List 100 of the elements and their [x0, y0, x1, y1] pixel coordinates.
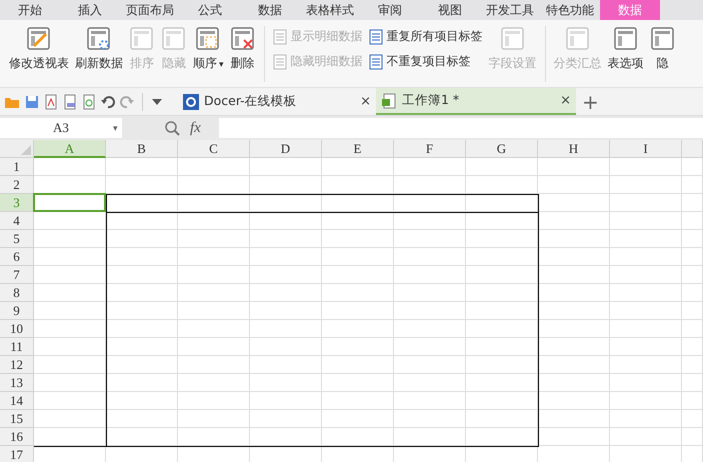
table-cell[interactable]	[466, 194, 538, 212]
table-cell[interactable]	[250, 338, 322, 356]
table-cell[interactable]	[394, 266, 466, 284]
table-cell[interactable]	[538, 356, 610, 374]
table-cell[interactable]	[466, 392, 538, 410]
table-cell[interactable]	[682, 266, 703, 284]
table-cell[interactable]	[394, 230, 466, 248]
table-cell[interactable]	[34, 230, 106, 248]
table-cell[interactable]	[178, 302, 250, 320]
column-header[interactable]: B	[106, 140, 178, 158]
menu-tab[interactable]: 开始	[0, 0, 60, 20]
table-cell[interactable]	[322, 158, 394, 176]
table-cell[interactable]	[322, 266, 394, 284]
table-cell[interactable]	[538, 212, 610, 230]
table-cell[interactable]	[466, 284, 538, 302]
table-cell[interactable]	[394, 374, 466, 392]
table-cell[interactable]	[34, 302, 106, 320]
table-cell[interactable]	[322, 374, 394, 392]
table-cell[interactable]	[34, 428, 106, 446]
ribbon-button[interactable]: 重复所有项目标签	[366, 28, 486, 45]
menu-tab[interactable]: 插入	[60, 0, 120, 20]
ribbon-button[interactable]: 删除	[226, 26, 259, 72]
row-header[interactable]: 9	[0, 302, 34, 320]
table-cell[interactable]	[610, 176, 682, 194]
table-cell[interactable]	[394, 302, 466, 320]
table-cell[interactable]	[538, 158, 610, 176]
table-cell[interactable]	[250, 284, 322, 302]
document-tab[interactable]: 工作簿1 * ×	[376, 88, 576, 115]
table-cell[interactable]	[466, 212, 538, 230]
table-cell[interactable]	[322, 410, 394, 428]
table-cell[interactable]	[106, 428, 178, 446]
table-cell[interactable]	[106, 410, 178, 428]
active-cell[interactable]	[33, 193, 106, 212]
table-cell[interactable]	[106, 374, 178, 392]
table-cell[interactable]	[466, 248, 538, 266]
menu-tab[interactable]: 页面布局	[120, 0, 180, 20]
table-cell[interactable]	[106, 356, 178, 374]
table-cell[interactable]	[178, 284, 250, 302]
table-cell[interactable]	[394, 410, 466, 428]
column-header[interactable]: G	[466, 140, 538, 158]
table-cell[interactable]	[610, 230, 682, 248]
table-cell[interactable]	[538, 266, 610, 284]
menu-tab[interactable]: 开发工具	[480, 0, 540, 20]
row-header[interactable]: 10	[0, 320, 34, 338]
row-header[interactable]: 4	[0, 212, 34, 230]
row-header[interactable]: 2	[0, 176, 34, 194]
table-cell[interactable]	[322, 230, 394, 248]
table-cell[interactable]	[178, 158, 250, 176]
table-cell[interactable]	[250, 320, 322, 338]
search-icon[interactable]	[164, 120, 180, 136]
table-cell[interactable]	[250, 212, 322, 230]
save-icon[interactable]	[25, 94, 39, 108]
table-cell[interactable]	[178, 212, 250, 230]
table-cell[interactable]	[538, 176, 610, 194]
table-cell[interactable]	[106, 338, 178, 356]
table-cell[interactable]	[106, 320, 178, 338]
pdf-icon[interactable]	[44, 94, 58, 110]
table-cell[interactable]	[106, 284, 178, 302]
table-cell[interactable]	[34, 338, 106, 356]
ribbon-button[interactable]: 修改透视表	[6, 26, 72, 72]
table-cell[interactable]	[394, 194, 466, 212]
table-cell[interactable]	[106, 212, 178, 230]
preview-icon[interactable]	[82, 94, 96, 110]
table-cell[interactable]	[106, 248, 178, 266]
table-cell[interactable]	[610, 248, 682, 266]
table-cell[interactable]	[466, 428, 538, 446]
table-cell[interactable]	[34, 356, 106, 374]
table-cell[interactable]	[394, 248, 466, 266]
table-cell[interactable]	[106, 176, 178, 194]
table-cell[interactable]	[538, 392, 610, 410]
column-header[interactable]: C	[178, 140, 250, 158]
table-cell[interactable]	[610, 428, 682, 446]
row-header[interactable]: 13	[0, 374, 34, 392]
table-cell[interactable]	[682, 392, 703, 410]
table-cell[interactable]	[394, 428, 466, 446]
table-cell[interactable]	[106, 392, 178, 410]
column-header[interactable]: E	[322, 140, 394, 158]
table-cell[interactable]	[34, 266, 106, 284]
row-header[interactable]: 7	[0, 266, 34, 284]
table-cell[interactable]	[538, 248, 610, 266]
table-cell[interactable]	[610, 266, 682, 284]
table-cell[interactable]	[538, 320, 610, 338]
table-cell[interactable]	[106, 194, 178, 212]
table-cell[interactable]	[250, 248, 322, 266]
table-cell[interactable]	[466, 158, 538, 176]
table-cell[interactable]	[178, 338, 250, 356]
name-box[interactable]: A3 ▾	[0, 118, 122, 138]
table-cell[interactable]	[466, 356, 538, 374]
table-cell[interactable]	[538, 428, 610, 446]
table-cell[interactable]	[538, 338, 610, 356]
table-cell[interactable]	[322, 212, 394, 230]
table-cell[interactable]	[610, 212, 682, 230]
menu-tab[interactable]: 特色功能	[540, 0, 600, 20]
table-cell[interactable]	[250, 230, 322, 248]
menu-tab[interactable]: 数据	[240, 0, 300, 20]
table-cell[interactable]	[610, 284, 682, 302]
table-cell[interactable]	[34, 374, 106, 392]
table-cell[interactable]	[322, 320, 394, 338]
table-cell[interactable]	[322, 302, 394, 320]
table-cell[interactable]	[178, 356, 250, 374]
